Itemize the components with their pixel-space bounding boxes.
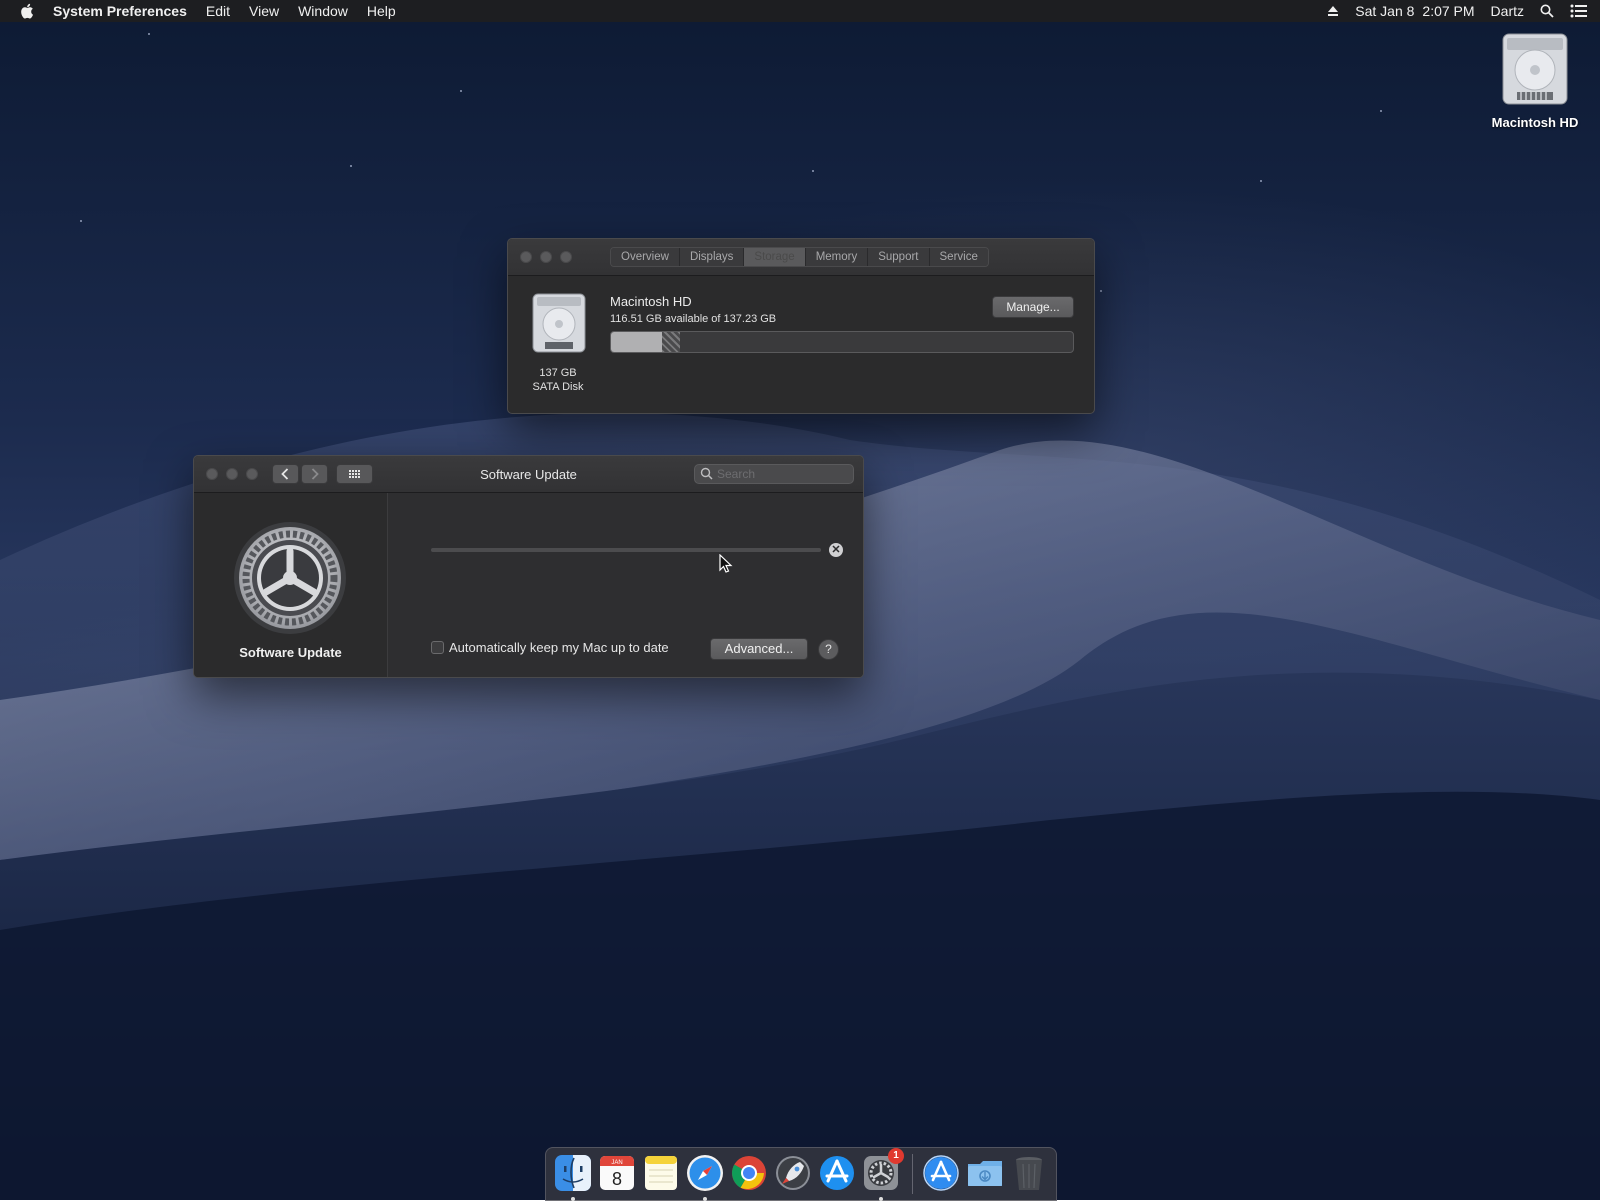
dock-finder[interactable] [552,1152,594,1201]
search-field[interactable] [694,464,854,484]
calendar-day: 8 [612,1169,622,1189]
notification-center-icon[interactable] [1570,4,1588,18]
dock: JAN 8 1 [545,1147,1057,1201]
launchpad-icon [776,1156,810,1190]
storage-usage-bar [610,331,1074,353]
apple-menu-icon[interactable] [20,3,34,19]
dock-chrome[interactable] [728,1152,770,1194]
dock-safari[interactable] [684,1152,726,1201]
advanced-button[interactable]: Advanced... [710,638,808,660]
menu-view[interactable]: View [249,3,279,19]
running-indicator [703,1197,707,1201]
dock-notes[interactable] [640,1152,682,1194]
software-update-main: ✕ Automatically keep my Mac up to date A… [388,493,863,677]
star [460,90,462,92]
close-icon: ✕ [831,544,841,556]
running-indicator [879,1197,883,1201]
dock-applications-folder[interactable] [920,1152,962,1194]
tab-support[interactable]: Support [868,248,930,266]
star [148,33,150,35]
dock-system-preferences[interactable]: 1 [860,1148,904,1201]
star [812,170,814,172]
sidebar-pane-name: Software Update [239,645,342,660]
running-indicator [571,1197,575,1201]
calendar-month: JAN [611,1160,622,1166]
gear-icon [234,522,346,634]
menu-help[interactable]: Help [367,3,396,19]
tab-memory[interactable]: Memory [805,248,869,266]
auto-update-row: Automatically keep my Mac up to date [431,640,669,655]
disk-type: SATA Disk [532,381,584,393]
tab-service[interactable]: Service [929,248,988,266]
storage-pane: 137 GB SATA Disk Macintosh HD 116.51 GB … [508,276,1094,413]
star [1380,110,1382,112]
software-update-titlebar[interactable]: Software Update [194,456,863,493]
menu-app-name[interactable]: System Preferences [53,3,187,19]
disk-size-info: 137 GB SATA Disk [522,366,594,394]
update-progress-bar [431,548,821,552]
safari-icon [687,1155,723,1191]
star [1100,290,1102,292]
cancel-check-button[interactable]: ✕ [829,543,843,557]
volume-name: Macintosh HD [610,294,692,309]
mouse-pointer-icon [719,554,733,573]
menu-bar: System Preferences Edit View Window Help… [0,0,1600,22]
menu-edit[interactable]: Edit [206,3,230,19]
search-input[interactable] [717,466,845,482]
tab-displays[interactable]: Displays [679,248,745,266]
chrome-icon [732,1156,766,1190]
star [1260,180,1262,182]
about-this-mac-window: Overview Displays Storage Memory Support… [507,238,1095,414]
dock-calendar[interactable]: JAN 8 [596,1152,638,1194]
tab-overview[interactable]: Overview [611,248,680,266]
star [350,165,352,167]
software-update-window: Software Update Search Software Update ✕… [193,455,864,678]
notification-badge: 1 [888,1148,904,1164]
desktop-icon-macintosh-hd[interactable]: Macintosh HD [1482,30,1588,130]
desktop-icon-label: Macintosh HD [1491,115,1579,130]
manage-button[interactable]: Manage... [992,296,1074,318]
star [80,220,82,222]
trash-icon [1016,1157,1042,1190]
dock-trash[interactable] [1008,1152,1050,1194]
app-store-icon [820,1156,854,1190]
menu-user[interactable]: Dartz [1491,3,1524,19]
dock-separator [912,1154,913,1194]
finder-icon [555,1155,591,1191]
zoom-button[interactable] [560,251,572,263]
volume-available: 116.51 GB available of 137.23 GB [610,313,777,325]
menu-clock[interactable]: Sat Jan 8 2:07 PM [1355,3,1474,19]
clock-date: Sat Jan 8 [1355,3,1415,19]
disk-size: 137 GB [539,367,577,379]
tab-storage[interactable]: Storage [744,248,806,266]
search-icon [700,467,713,480]
notes-icon [645,1156,677,1190]
storage-used-segment [611,332,662,352]
auto-update-checkbox[interactable] [431,641,444,654]
hard-drive-icon [1502,33,1568,105]
close-button[interactable] [520,251,532,263]
help-button[interactable]: ? [818,639,839,660]
dock-downloads-folder[interactable] [964,1152,1006,1194]
app-store-folder-icon [923,1155,959,1191]
software-update-sidebar: Software Update [194,493,388,677]
clock-time: 2:07 PM [1422,3,1475,19]
eject-icon[interactable] [1327,5,1339,17]
about-titlebar[interactable]: Overview Displays Storage Memory Support… [508,239,1094,276]
auto-update-label[interactable]: Automatically keep my Mac up to date [449,640,669,655]
storage-other-segment [661,332,681,352]
downloads-folder-icon [968,1161,1002,1186]
about-tabs: Overview Displays Storage Memory Support… [610,247,989,267]
spotlight-search-icon[interactable] [1540,4,1554,18]
hard-drive-icon [532,293,586,353]
menu-window[interactable]: Window [298,3,348,19]
dock-app-store[interactable] [816,1152,858,1194]
minimize-button[interactable] [540,251,552,263]
calendar-icon: JAN 8 [600,1156,634,1190]
dock-launchpad[interactable] [772,1152,814,1194]
